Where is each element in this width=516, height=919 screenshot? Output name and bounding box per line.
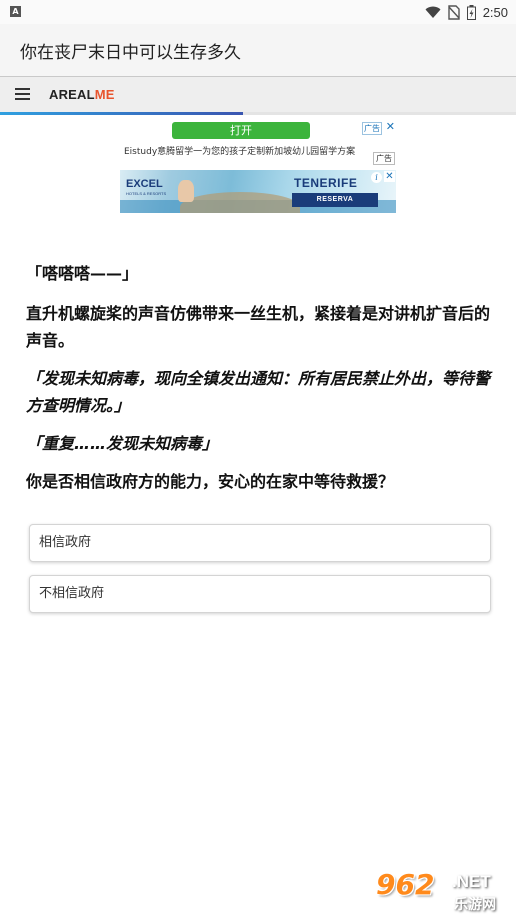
watermark-cn: 乐游网 <box>454 897 496 913</box>
banner-person-graphic <box>178 180 194 202</box>
site-header: AREALME <box>0 76 516 112</box>
app-bar: 你在丧尸末日中可以生存多久 <box>0 24 516 76</box>
watermark-number: 962 <box>376 868 435 901</box>
page-title: 你在丧尸末日中可以生存多久 <box>20 43 241 63</box>
watermark-logo: 962 .NET 乐游网 <box>376 868 514 916</box>
watermark-suffix: .NET <box>452 872 491 891</box>
hamburger-menu-icon[interactable] <box>15 88 30 100</box>
choice-button[interactable]: 相信政府 <box>29 524 491 562</box>
wifi-icon <box>425 6 441 18</box>
ad-close-icon[interactable]: ✕ <box>386 121 395 133</box>
battery-icon <box>466 4 476 20</box>
logo-text-main: AREAL <box>49 87 95 102</box>
status-icons: 2:50 <box>425 3 508 21</box>
banner-ad[interactable]: EXCEL HOTELS & RESORTS TENERIFE RESERVA … <box>120 170 396 213</box>
banner-reserve-button[interactable]: RESERVA <box>292 193 378 207</box>
story-paragraph: 直升机螺旋桨的声音仿佛带来一丝生机，紧接着是对讲机扩音后的声音。 <box>26 304 491 350</box>
ad-info-icon[interactable]: i <box>371 172 382 183</box>
ad-open-button[interactable]: 打开 <box>172 122 310 139</box>
app-notification-icon: A <box>10 6 21 17</box>
ad-label: 广告 <box>362 122 382 135</box>
text-ad[interactable]: 打开 广告 ✕ Eistudy意腾留学一为您的孩子定制新加坡幼儿园留学方案 <box>120 120 396 166</box>
story-paragraph: 「嗒嗒嗒——」 <box>26 264 139 283</box>
logo-text-accent: ME <box>94 87 115 102</box>
clock: 2:50 <box>482 4 508 20</box>
story-content: 「嗒嗒嗒——」 直升机螺旋桨的声音仿佛带来一丝生机，紧接着是对讲机扩音后的声音。… <box>26 260 496 495</box>
banner-close-icon[interactable]: ✕ <box>384 171 395 182</box>
status-bar: A 2:50 <box>0 0 516 24</box>
banner-brand: EXCEL <box>126 178 163 190</box>
banner-destination: TENERIFE <box>294 176 358 190</box>
story-paragraph: 「重复……发现未知病毒」 <box>26 434 219 453</box>
reading-progress-bar <box>0 112 516 115</box>
no-sim-icon <box>447 4 460 20</box>
banner-brand-sub: HOTELS & RESORTS <box>126 191 167 196</box>
banner-ad-label: 广告 <box>373 152 395 165</box>
story-paragraph: 「发现未知病毒，现向全镇发出通知：所有居民禁止外出，等待警方查明情况。」 <box>26 369 491 415</box>
banner-hill-graphic <box>180 192 300 213</box>
story-question: 你是否相信政府方的能力，安心的在家中等待救援？ <box>26 472 395 491</box>
ad-text[interactable]: Eistudy意腾留学一为您的孩子定制新加坡幼儿园留学方案 <box>124 144 355 157</box>
choice-button[interactable]: 不相信政府 <box>29 575 491 613</box>
site-logo[interactable]: AREALME <box>49 87 115 102</box>
reading-progress-fill <box>0 112 243 115</box>
